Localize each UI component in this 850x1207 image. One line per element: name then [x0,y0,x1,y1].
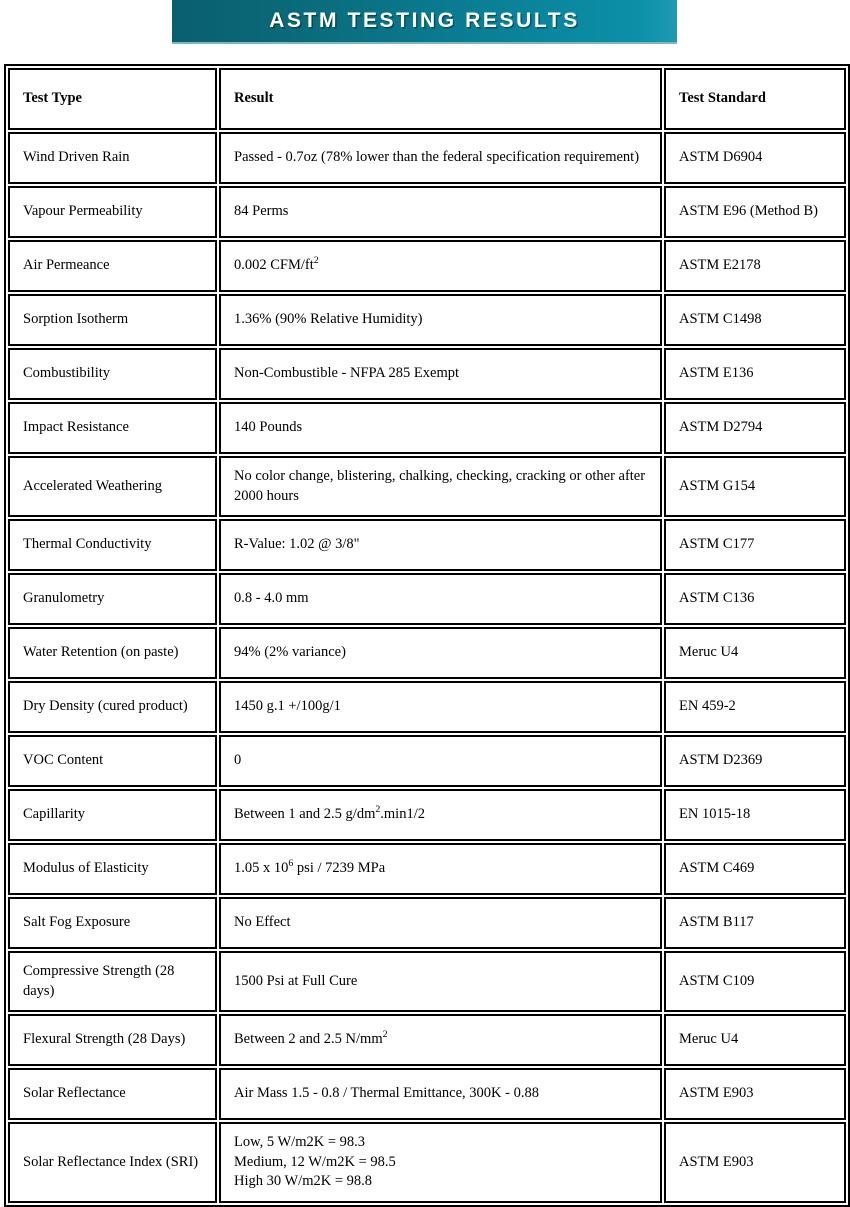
column-header-result: Result [219,68,662,130]
table-row: Compressive Strength (28 days) 1500 Psi a… [8,951,846,1013]
table-row: Salt Fog Exposure No Effect ASTM B117 [8,897,846,950]
cell-result: 84 Perms [219,186,662,238]
table-row: Granulometry 0.8 - 4.0 mm ASTM C136 [8,573,846,626]
cell-test-standard: ASTM E136 [664,348,846,400]
cell-test-standard: Meruc U4 [664,627,846,680]
table-body: Wind Driven Rain Passed - 0.7oz (78% lowe… [8,132,846,1203]
cell-result: Non-Combustible - NFPA 285 Exempt [219,348,662,400]
cell-result: Between 1 and 2.5 g/dm2.min1/2 [219,789,662,842]
cell-test-standard: ASTM D6904 [664,132,846,184]
cell-test-type: Water Retention (on paste) [8,627,217,680]
cell-test-type: Solar Reflectance [8,1068,217,1121]
cell-test-standard: ASTM E2178 [664,240,846,292]
table-row: Water Retention (on paste) 94% (2% varian… [8,627,846,680]
table-row: Thermal Conductivity R-Value: 1.02 @ 3/8"… [8,519,846,572]
cell-test-standard: ASTM G154 [664,456,846,518]
column-header-test-standard: Test Standard [664,68,846,130]
cell-test-standard: ASTM B117 [664,897,846,950]
cell-test-type: Capillarity [8,789,217,842]
cell-result: 94% (2% variance) [219,627,662,680]
cell-test-type: Air Permeance [8,240,217,292]
column-header-test-type: Test Type [8,68,217,130]
cell-result: Passed - 0.7oz (78% lower than the feder… [219,132,662,184]
cell-result: Air Mass 1.5 - 0.8 / Thermal Emittance, … [219,1068,662,1121]
table-header: Test Type Result Test Standard [8,68,846,130]
cell-test-standard: EN 459-2 [664,681,846,734]
cell-test-type: VOC Content [8,735,217,788]
table-row: VOC Content 0 ASTM D2369 [8,735,846,788]
banner-container: ASTM TESTING RESULTS [0,0,850,46]
cell-result: 1500 Psi at Full Cure [219,951,662,1013]
table-row: Accelerated Weathering No color change, b… [8,456,846,518]
cell-test-standard: ASTM D2794 [664,402,846,454]
cell-result: No Effect [219,897,662,950]
cell-test-type: Salt Fog Exposure [8,897,217,950]
cell-test-type: Vapour Permeability [8,186,217,238]
table-row: Combustibility Non-Combustible - NFPA 285… [8,348,846,400]
cell-test-standard: ASTM E96 (Method B) [664,186,846,238]
table-row: Solar Reflectance Index (SRI) Low, 5 W/m2… [8,1122,846,1203]
table-row: Wind Driven Rain Passed - 0.7oz (78% lowe… [8,132,846,184]
cell-result: 1450 g.1 +/100g/1 [219,681,662,734]
cell-test-type: Granulometry [8,573,217,626]
cell-result: R-Value: 1.02 @ 3/8" [219,519,662,572]
table-row: Solar Reflectance Air Mass 1.5 - 0.8 / Th… [8,1068,846,1121]
cell-result: 1.36% (90% Relative Humidity) [219,294,662,346]
cell-test-standard: ASTM E903 [664,1068,846,1121]
table-row: Impact Resistance 140 Pounds ASTM D2794 [8,402,846,454]
table-row: Flexural Strength (28 Days) Between 2 and… [8,1014,846,1067]
astm-testing-results-table: Test Type Result Test Standard Wind Driv… [4,64,850,1207]
cell-result: Between 2 and 2.5 N/mm2 [219,1014,662,1067]
cell-result: 0 [219,735,662,788]
table-container: Test Type Result Test Standard Wind Driv… [0,46,850,1207]
astm-results-banner: ASTM TESTING RESULTS [172,0,677,44]
cell-test-type: Accelerated Weathering [8,456,217,518]
cell-test-standard: ASTM E903 [664,1122,846,1203]
table-row: Vapour Permeability 84 Perms ASTM E96 (Met… [8,186,846,238]
cell-result: 1.05 x 106 psi / 7239 MPa [219,843,662,896]
cell-test-standard: ASTM C1498 [664,294,846,346]
cell-test-type: Sorption Isotherm [8,294,217,346]
cell-test-standard: Meruc U4 [664,1014,846,1067]
cell-result: 0.8 - 4.0 mm [219,573,662,626]
cell-test-standard: ASTM C177 [664,519,846,572]
cell-test-type: Dry Density (cured product) [8,681,217,734]
cell-test-standard: ASTM C136 [664,573,846,626]
cell-result: Low, 5 W/m2K = 98.3 Medium, 12 W/m2K = 9… [219,1122,662,1203]
table-row: Sorption Isotherm 1.36% (90% Relative Hum… [8,294,846,346]
cell-test-type: Compressive Strength (28 days) [8,951,217,1013]
table-header-row: Test Type Result Test Standard [8,68,846,130]
cell-result: No color change, blistering, chalking, c… [219,456,662,518]
cell-test-type: Flexural Strength (28 Days) [8,1014,217,1067]
cell-test-standard: ASTM C469 [664,843,846,896]
cell-test-type: Thermal Conductivity [8,519,217,572]
cell-test-type: Modulus of Elasticity [8,843,217,896]
cell-result: 0.002 CFM/ft2 [219,240,662,292]
table-row: Capillarity Between 1 and 2.5 g/dm2.min1/… [8,789,846,842]
page-title: ASTM TESTING RESULTS [269,9,580,32]
cell-test-type: Impact Resistance [8,402,217,454]
cell-test-standard: EN 1015-18 [664,789,846,842]
cell-test-type: Solar Reflectance Index (SRI) [8,1122,217,1203]
cell-test-type: Wind Driven Rain [8,132,217,184]
table-row: Dry Density (cured product) 1450 g.1 +/10… [8,681,846,734]
cell-test-standard: ASTM C109 [664,951,846,1013]
cell-test-type: Combustibility [8,348,217,400]
table-row: Air Permeance 0.002 CFM/ft2 ASTM E2178 [8,240,846,292]
table-row: Modulus of Elasticity 1.05 x 106 psi / 72… [8,843,846,896]
cell-result: 140 Pounds [219,402,662,454]
cell-test-standard: ASTM D2369 [664,735,846,788]
